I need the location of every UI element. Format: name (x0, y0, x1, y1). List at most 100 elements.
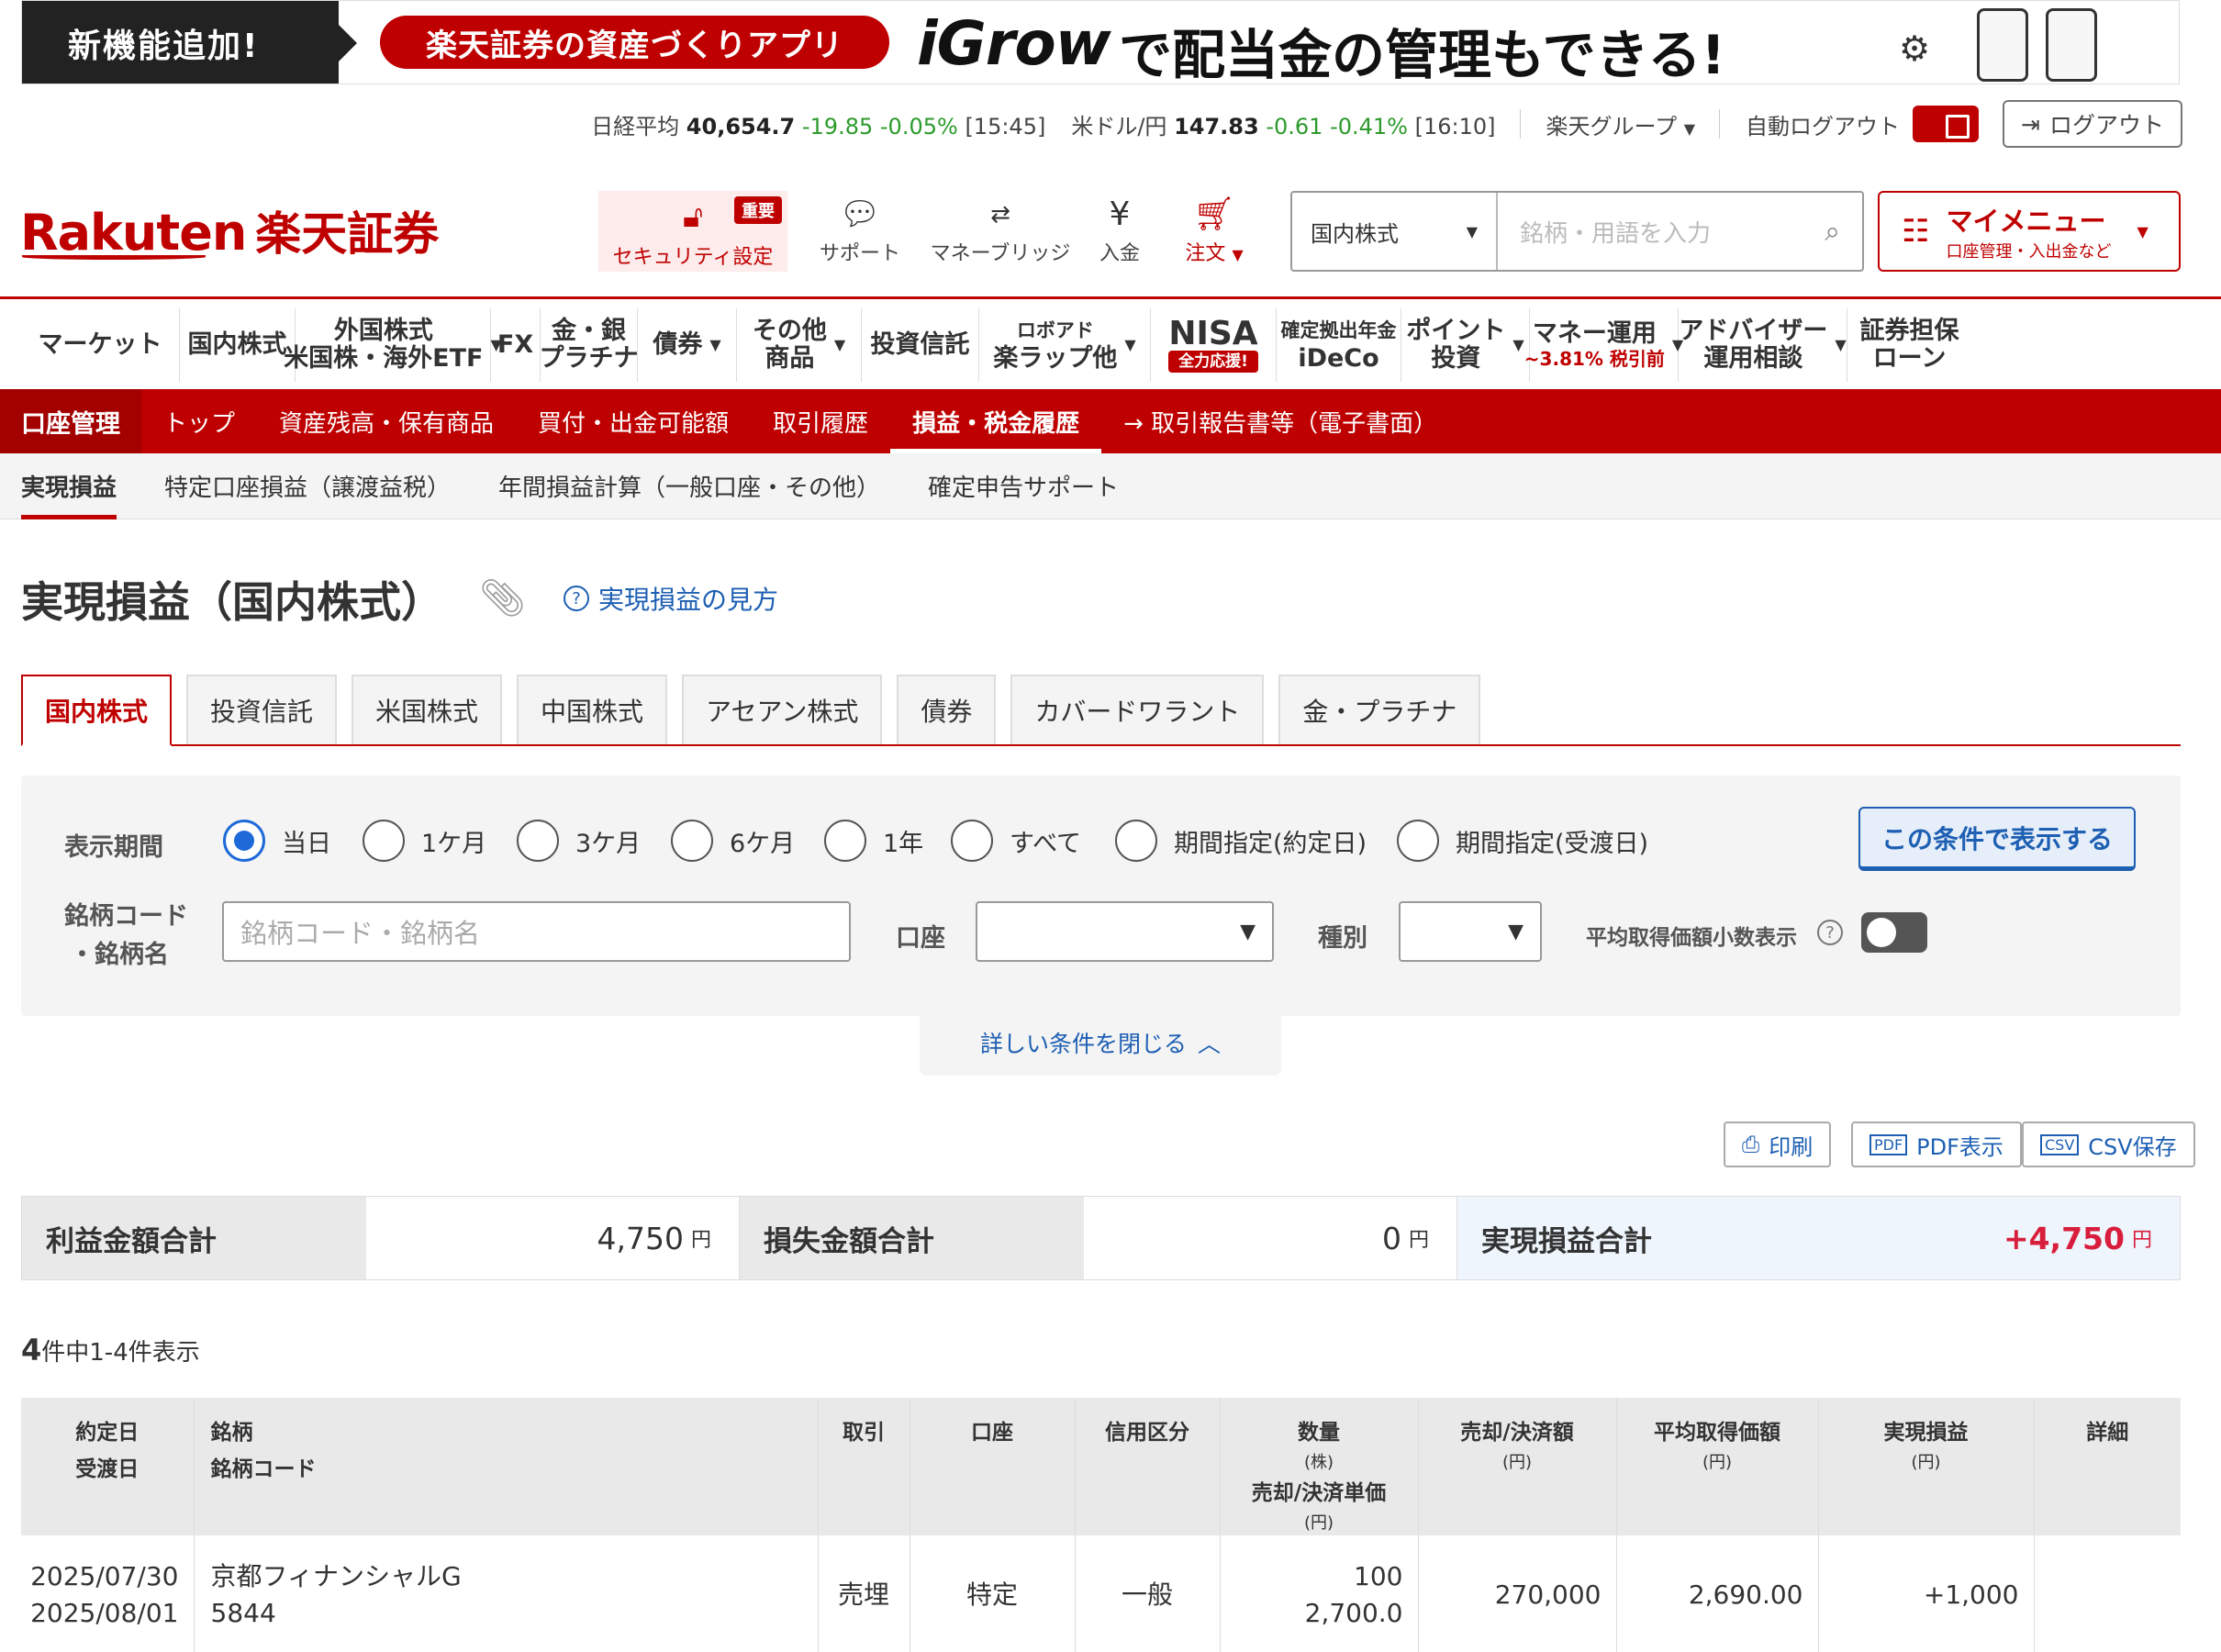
market-tab-2[interactable]: 米国株式 (352, 675, 503, 744)
type-select[interactable]: ▼ (1399, 901, 1542, 962)
global-nav: マーケット 国内株式 外国株式 米国株・海外ETF ▼ FX 金・銀 プラチナ 債券 ▼ その他 商品… (21, 308, 1971, 382)
col-avg: 平均取得価額 (円) (1615, 1398, 1818, 1535)
question-circle-icon: ? (564, 586, 589, 611)
decimal-display-toggle[interactable] (1861, 912, 1927, 953)
bank-transfer-icon: ⇄ (990, 201, 1010, 229)
period-option-7[interactable]: 期間指定(受渡日) (1397, 820, 1648, 862)
gnav-item-12[interactable]: マネー運用 ~3.81% 税引前 ▼ (1524, 308, 1683, 382)
sub-nav-item-1[interactable]: 特定口座損益（譲渡益税） (164, 453, 451, 519)
show-results-button[interactable]: この条件で表示する (1858, 807, 2136, 871)
gnav-item-6[interactable]: その他 商品 ▼ (737, 308, 862, 382)
account-nav-item-3[interactable]: 取引履歴 (751, 389, 890, 453)
logout-button[interactable]: ⇥ ログアウト (2003, 100, 2182, 148)
csv-file-icon: CSV (2040, 1133, 2080, 1155)
security-settings-button[interactable]: 🔓︎ セキュリティ設定 重要 (598, 191, 787, 272)
sub-nav-item-0[interactable]: 実現損益 (21, 453, 117, 519)
gnav-item-1[interactable]: 国内株式 (180, 308, 296, 382)
logout-icon: ⇥ (2021, 110, 2040, 138)
search-category-select[interactable]: 国内株式 ▼ (1292, 193, 1498, 270)
gnav-item-7[interactable]: 投資信託 (862, 308, 979, 382)
gnav-item-9[interactable]: NISA 全力応援! (1151, 308, 1277, 382)
gnav-item-5[interactable]: 債券 ▼ (638, 308, 737, 382)
period-option-5[interactable]: すべて (951, 820, 1081, 862)
dropdown-caret-icon: ▼ (1835, 336, 1847, 353)
gnav-item-4[interactable]: 金・銀 プラチナ (540, 308, 639, 382)
account-select[interactable]: ▼ (976, 901, 1274, 962)
search-input[interactable]: 銘柄・用語を入力 ⌕ (1498, 193, 1862, 270)
gnav-item-14[interactable]: 証券担保 ローン (1847, 308, 1971, 382)
cart-icon: 🛒︎ (1193, 195, 1235, 233)
csv-button[interactable]: CSV CSV保存 (2022, 1122, 2195, 1167)
gnav-item-13[interactable]: アドバイザー 運用相談 ▼ (1679, 308, 1847, 382)
code-label: 銘柄コード (64, 902, 188, 931)
col-detail: 詳細 (2033, 1398, 2181, 1535)
period-option-4[interactable]: 1年 (824, 820, 923, 862)
radio-circle-icon (517, 820, 559, 862)
period-label: 表示期間 (64, 833, 163, 862)
market-tab-1[interactable]: 投資信託 (186, 675, 338, 744)
market-tab-6[interactable]: カバードワラント (1010, 675, 1265, 744)
account-nav-item-5[interactable]: → 取引報告書等（電子書面） (1101, 389, 1459, 453)
period-option-6[interactable]: 期間指定(約定日) (1115, 820, 1367, 862)
banner-brand: iGrow (917, 8, 1111, 79)
my-menu-button[interactable]: ☷ マイメニュー 口座管理・入出金など ▼ (1878, 191, 2181, 272)
period-option-3[interactable]: 6ケ月 (671, 820, 795, 862)
summary-bar: 利益金額合計 4,750 円 損失金額合計 0円 実現損益合計 +4,750 円 (21, 1196, 2181, 1280)
credit-type: 一般 (1074, 1535, 1220, 1652)
deposit-button[interactable]: ¥ 入金 (1069, 193, 1170, 266)
account-nav-item-0[interactable]: トップ (141, 389, 257, 453)
gnav-item-10[interactable]: 確定拠出年金 iDeCo (1277, 308, 1401, 382)
printer-icon: ⎙ (1742, 1132, 1760, 1157)
account-nav-item-1[interactable]: 資産残高・保有商品 (257, 389, 516, 453)
market-tabs: 国内株式 投資信託 米国株式 中国株式 アセアン株式 債券 カバードワラント 金・プラチナ (21, 675, 2181, 746)
dropdown-caret-icon: ▼ (709, 336, 721, 353)
period-option-0[interactable]: 当日 (223, 820, 331, 862)
phone-illustration-icon (2046, 8, 2097, 82)
type-label: 種別 (1318, 924, 1367, 953)
help-icon[interactable]: ? (1817, 920, 1843, 945)
result-count: 4件中1-4件表示 (21, 1333, 200, 1367)
sub-nav-item-3[interactable]: 確定申告サポート (928, 453, 1119, 519)
market-tab-3[interactable]: 中国株式 (517, 675, 668, 744)
gnav-item-8[interactable]: ロボアド 楽ラップ他 ▼ (979, 308, 1151, 382)
trade-dates: 2025/07/30 2025/08/01 (21, 1535, 194, 1652)
close-conditions-link[interactable]: 詳しい条件を閉じる ︿ (920, 1010, 1281, 1076)
gnav-item-3[interactable]: FX (491, 308, 541, 382)
name-label: ・銘柄名 (70, 941, 169, 969)
search-icon[interactable]: ⌕ (1825, 216, 1840, 248)
radio-circle-icon (951, 820, 993, 862)
nikkei-ticker: 日経平均 40,654.7 -19.85 -0.05% [15:45] (591, 113, 1046, 140)
promo-banner[interactable]: 新機能追加! 楽天証券の資産づくりアプリ iGrow で配当金の管理もできる! … (21, 0, 2180, 84)
table-row: 2025/07/30 2025/08/01 京都フィナンシャルG 5844 売埋 特… (21, 1535, 2181, 1652)
howto-link[interactable]: ? 実現損益の見方 (564, 580, 778, 617)
gnav-item-2[interactable]: 外国株式 米国株・海外ETF ▼ (284, 308, 502, 382)
rakuten-group-menu[interactable]: 楽天グループ ▼ (1546, 108, 1696, 140)
rakuten-securities-logo[interactable]: Rakuten 楽天証券 (20, 197, 439, 263)
support-button[interactable]: 💬︎ サポート (809, 193, 910, 266)
order-button[interactable]: 🛒︎ 注文 ▼ (1164, 193, 1265, 266)
col-pl: 実現損益 (円) (1817, 1398, 2034, 1535)
page-title: 実現損益（国内株式） (21, 577, 443, 627)
bookmark-clip-icon[interactable]: 📎︎ (479, 576, 526, 620)
dropdown-caret-icon: ▼ (1124, 336, 1136, 353)
auto-logout-toggle[interactable] (1913, 106, 1980, 142)
market-tab-0[interactable]: 国内株式 (21, 675, 173, 746)
sub-nav-item-2[interactable]: 年間損益計算（一般口座・その他） (498, 453, 880, 519)
market-tab-7[interactable]: 金・プラチナ (1278, 675, 1481, 744)
pdf-button[interactable]: PDF PDF表示 (1851, 1122, 2022, 1167)
market-tab-4[interactable]: アセアン株式 (682, 675, 883, 744)
qty-price: 100 2,700.0 (1219, 1535, 1418, 1652)
gnav-item-11[interactable]: ポイント 投資 ▼ (1401, 308, 1530, 382)
chat-bubble-icon: 💬︎ (839, 195, 881, 233)
period-option-1[interactable]: 1ケ月 (363, 820, 486, 862)
period-option-2[interactable]: 3ケ月 (517, 820, 641, 862)
gnav-item-0[interactable]: マーケット (21, 308, 180, 382)
market-tab-5[interactable]: 債券 (897, 675, 997, 744)
radio-circle-icon (824, 820, 866, 862)
account-nav-item-4[interactable]: 損益・税金履歴 (890, 389, 1102, 453)
realized-pl: +1,000 (1817, 1535, 2034, 1652)
money-bridge-button[interactable]: ⇄ マネーブリッジ (922, 193, 1078, 266)
account-nav-item-2[interactable]: 買付・出金可能額 (516, 389, 751, 453)
print-button[interactable]: ⎙ 印刷 (1724, 1122, 1832, 1167)
stock-code-input[interactable]: 銘柄コード・銘柄名 (222, 901, 851, 962)
